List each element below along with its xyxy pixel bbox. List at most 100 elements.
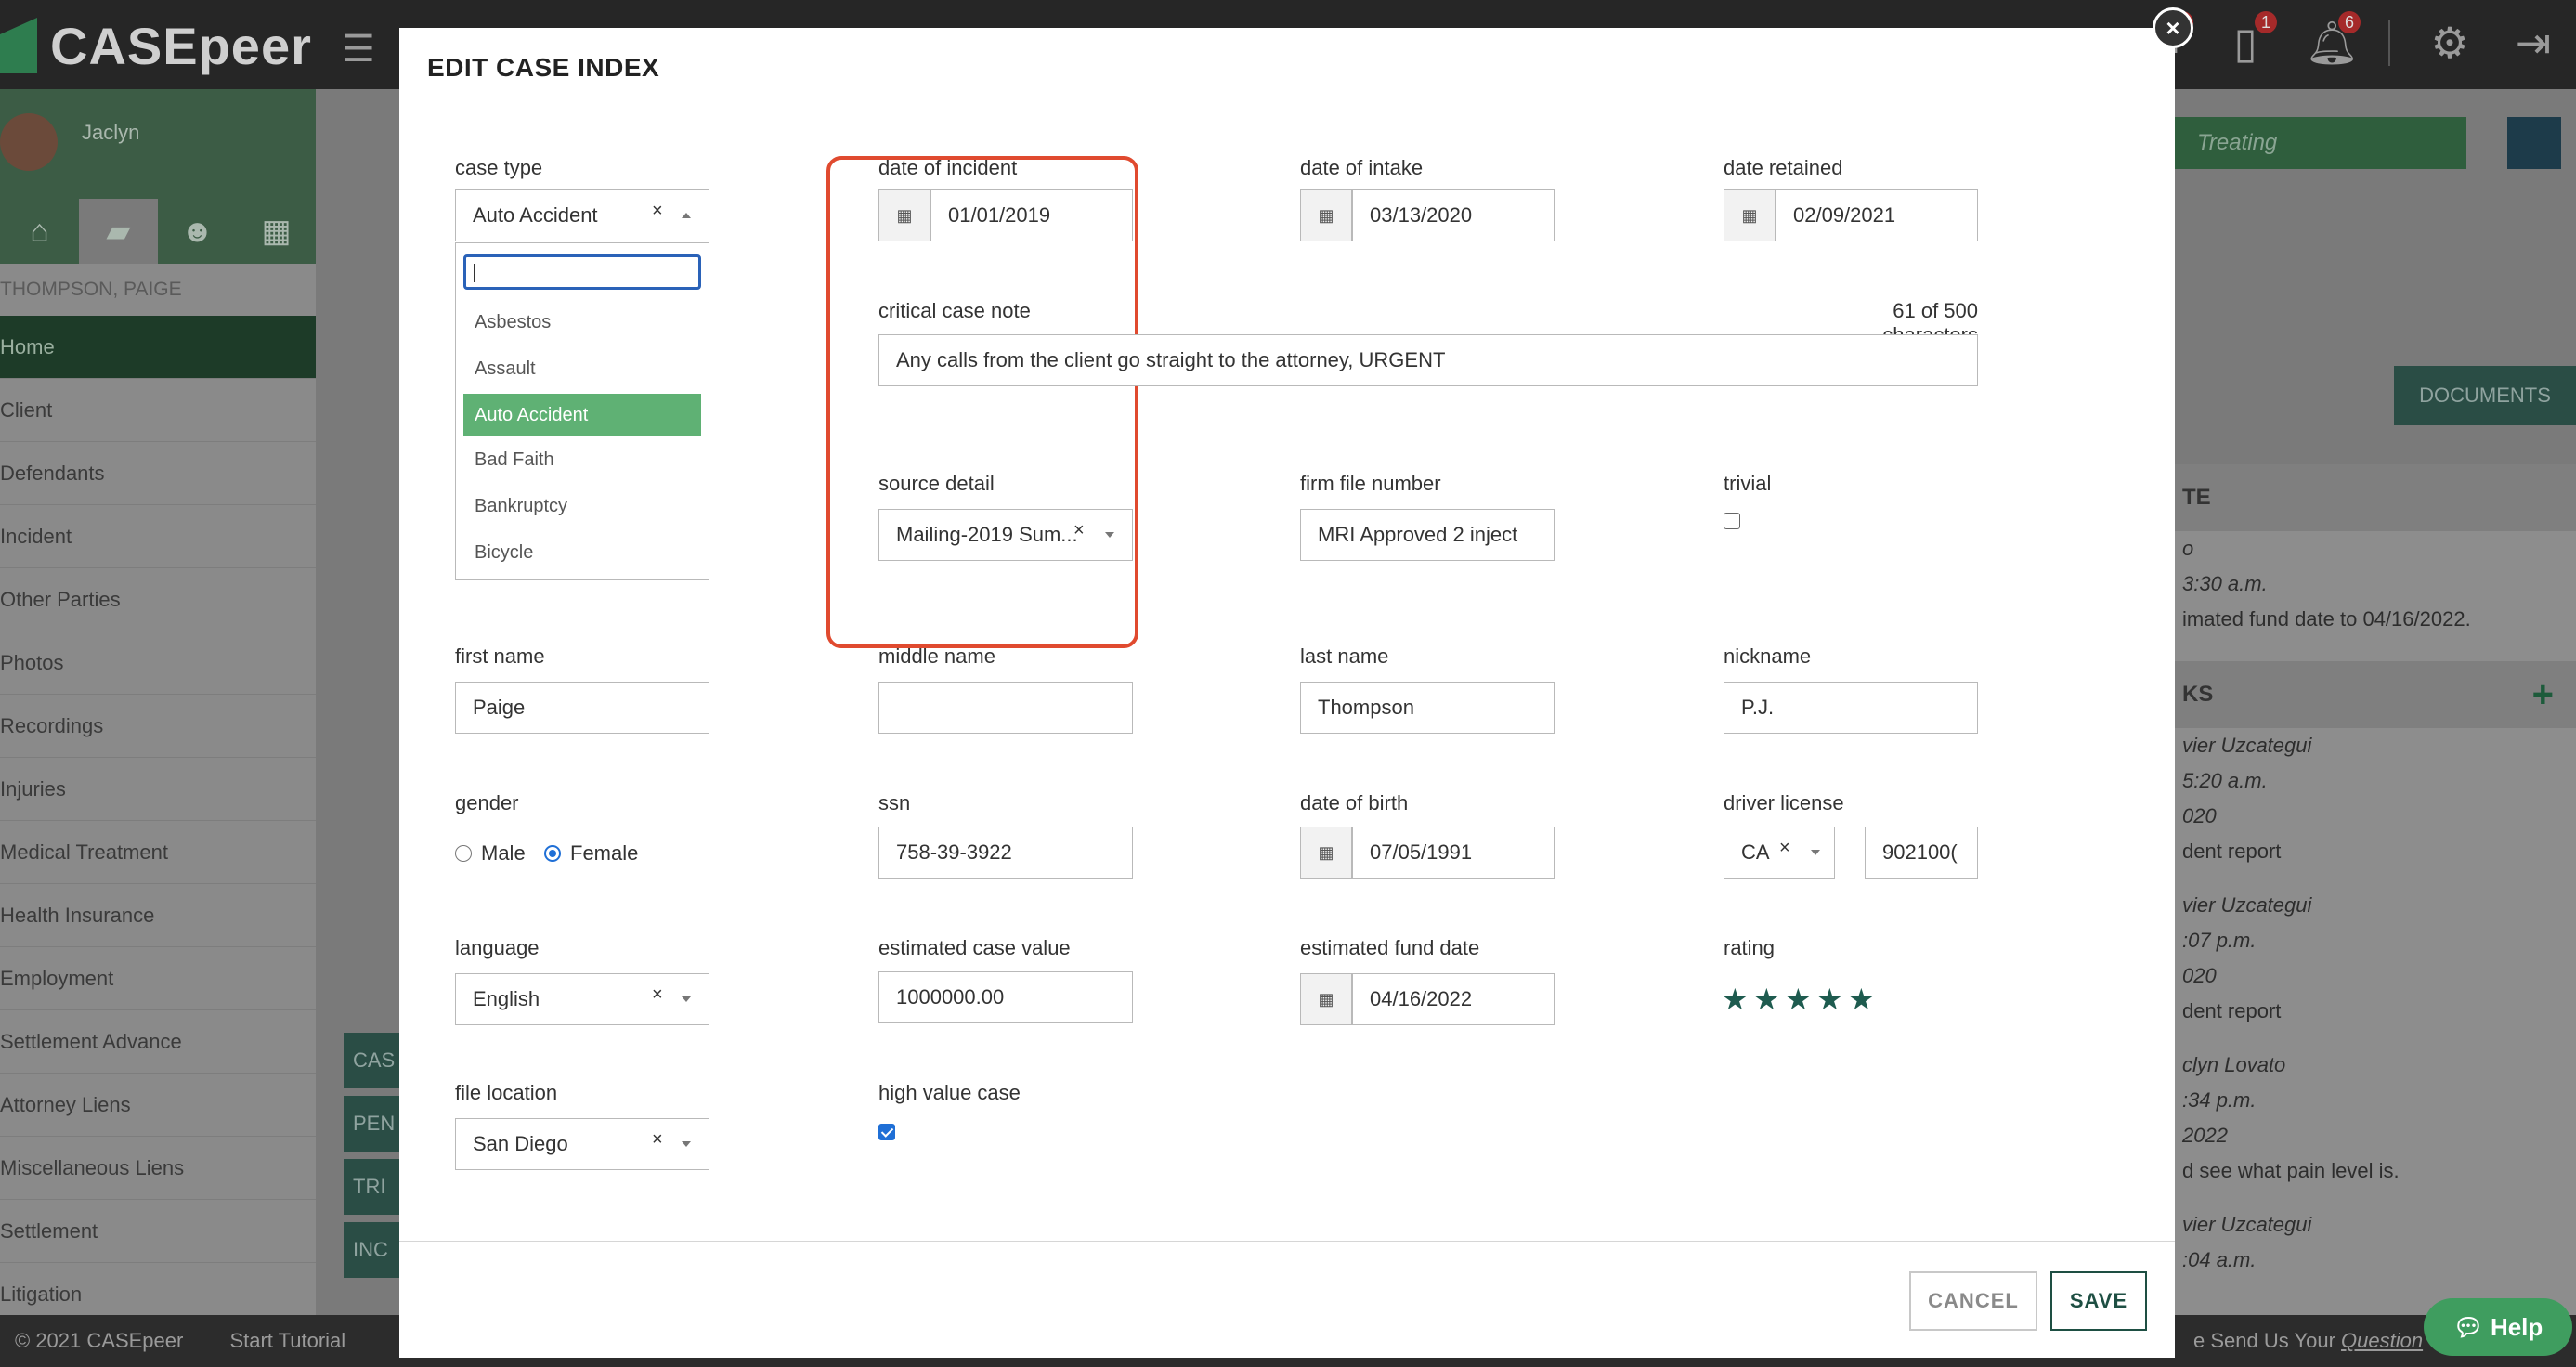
first-name-input[interactable]: Paige	[455, 682, 709, 734]
star-icon[interactable]: ★	[1848, 984, 1875, 1014]
estimated-case-value-input[interactable]: 1000000.00	[878, 971, 1133, 1023]
background-button[interactable]: PEN	[344, 1096, 399, 1152]
sidebar-item-settlement-advance[interactable]: Settlement Advance	[0, 1010, 316, 1074]
last-name-input[interactable]: Thompson	[1300, 682, 1555, 734]
firm-file-number-input[interactable]: MRI Approved 2 inject	[1300, 509, 1555, 561]
cancel-button[interactable]: CANCEL	[1909, 1271, 2037, 1331]
dropdown-option[interactable]: Bad Faith	[463, 438, 701, 481]
star-icon[interactable]: ★	[1816, 984, 1843, 1014]
source-detail-select[interactable]: Mailing-2019 Sum...	[878, 509, 1133, 561]
gear-icon[interactable]: ⚙	[2426, 17, 2474, 69]
home-icon[interactable]: ⌂	[0, 199, 79, 264]
clear-icon[interactable]: ×	[652, 1129, 663, 1151]
logo-mark-icon	[0, 18, 37, 73]
nickname-label: nickname	[1724, 644, 1812, 668]
sidebar-item-injuries[interactable]: Injuries	[0, 758, 316, 821]
calendar-icon[interactable]: ▦	[1300, 189, 1352, 241]
sidebar-item-client[interactable]: Client	[0, 379, 316, 442]
hamburger-menu-icon[interactable]: ☰	[342, 28, 375, 71]
chevron-up-icon[interactable]	[682, 213, 691, 218]
bell-icon[interactable]: 🔔︎ 6	[2305, 11, 2361, 69]
logo-text: CASEpeer	[50, 16, 312, 75]
date-of-incident-label: date of incident	[878, 156, 1018, 179]
questions-link[interactable]: Question	[2341, 1329, 2423, 1352]
gender-female-label: Female	[570, 841, 639, 865]
calendar-icon[interactable]: ▦	[1724, 189, 1776, 241]
nickname-input[interactable]: P.J.	[1724, 682, 1978, 734]
profile-name: Jaclyn	[82, 121, 140, 144]
profile: Jaclyn	[0, 89, 316, 199]
panel-text: 020	[2182, 804, 2217, 827]
ssn-input[interactable]: 758-39-3922	[878, 827, 1133, 879]
star-icon[interactable]: ★	[1785, 984, 1812, 1014]
clear-icon[interactable]: ×	[1779, 838, 1790, 859]
sidebar-item-medical-treatment[interactable]: Medical Treatment	[0, 821, 316, 884]
clear-icon[interactable]: ×	[652, 201, 663, 222]
panel-text: :34 p.m.	[2182, 1088, 2257, 1112]
language-select[interactable]: English	[455, 973, 709, 1025]
people-icon[interactable]: ☻	[158, 199, 237, 264]
sidebar-item-photos[interactable]: Photos	[0, 631, 316, 695]
clear-icon[interactable]: ×	[652, 984, 663, 1006]
panel-text: dent report	[2182, 999, 2282, 1022]
file-location-select[interactable]: San Diego	[455, 1118, 709, 1170]
logout-icon[interactable]: ⇥	[2509, 17, 2557, 69]
dropdown-option[interactable]: Asbestos	[463, 301, 701, 344]
sidebar-item-other-parties[interactable]: Other Parties	[0, 568, 316, 631]
trivial-checkbox[interactable]	[1724, 513, 1740, 529]
dropdown-search-input[interactable]	[463, 254, 701, 290]
dropdown-option[interactable]: Bankruptcy	[463, 485, 701, 527]
date-of-intake-input[interactable]: 03/13/2020	[1352, 189, 1555, 241]
plus-icon[interactable]: +	[2532, 661, 2554, 728]
calendar-icon[interactable]: ▦	[1300, 973, 1352, 1025]
dropdown-option-selected[interactable]: Auto Accident	[463, 394, 701, 436]
background-button[interactable]: CAS	[344, 1033, 399, 1088]
sidebar-item-incident[interactable]: Incident	[0, 505, 316, 568]
sidebar-item-recordings[interactable]: Recordings	[0, 695, 316, 758]
dropdown-option[interactable]: Bicycle	[463, 531, 701, 574]
estimated-fund-date-label: estimated fund date	[1300, 936, 1480, 959]
sidebar-item-home[interactable]: Home	[0, 316, 316, 379]
clear-icon[interactable]: ×	[1073, 520, 1085, 541]
status-treating[interactable]: Treating	[2173, 117, 2466, 169]
chevron-down-icon[interactable]	[1105, 532, 1114, 538]
sidebar-item-attorney-liens[interactable]: Attorney Liens	[0, 1074, 316, 1137]
driver-license-number-input[interactable]: 902100(	[1865, 827, 1978, 879]
close-icon[interactable]: ×	[2153, 7, 2193, 48]
background-button[interactable]: INC	[344, 1222, 399, 1278]
middle-name-input[interactable]	[878, 682, 1133, 734]
documents-button[interactable]: DOCUMENTS	[2394, 366, 2576, 425]
star-icon[interactable]: ★	[1753, 984, 1780, 1014]
calendar-icon[interactable]: ▦	[237, 199, 316, 264]
high-value-case-checkbox[interactable]	[878, 1124, 895, 1140]
background-button[interactable]: TRI	[344, 1159, 399, 1215]
status-menu-button[interactable]	[2507, 117, 2561, 169]
save-button[interactable]: SAVE	[2050, 1271, 2147, 1331]
dropdown-option[interactable]: Assault	[463, 347, 701, 390]
calendar-icon[interactable]: ▦	[1300, 827, 1352, 879]
app-logo[interactable]: CASEpeer	[0, 13, 312, 78]
sidebar-item-employment[interactable]: Employment	[0, 947, 316, 1010]
sidebar-item-misc-liens[interactable]: Miscellaneous Liens	[0, 1137, 316, 1200]
gender-female-radio[interactable]	[544, 845, 561, 862]
date-of-birth-input[interactable]: 07/05/1991	[1352, 827, 1555, 879]
chevron-down-icon[interactable]	[682, 1141, 691, 1147]
sidebar-item-health-insurance[interactable]: Health Insurance	[0, 884, 316, 947]
gender-male-radio[interactable]	[455, 845, 472, 862]
case-type-select[interactable]: Auto Accident	[455, 189, 709, 241]
chevron-down-icon[interactable]	[682, 996, 691, 1002]
chevron-down-icon[interactable]	[1811, 850, 1820, 855]
avatar[interactable]	[0, 113, 58, 171]
phone-icon[interactable]: ▯ 1	[2221, 11, 2277, 69]
date-retained-input[interactable]: 02/09/2021	[1776, 189, 1978, 241]
sidebar-item-defendants[interactable]: Defendants	[0, 442, 316, 505]
date-of-incident-input[interactable]: 01/01/2019	[930, 189, 1133, 241]
start-tutorial-link[interactable]: Start Tutorial	[229, 1329, 345, 1352]
star-icon[interactable]: ★	[1722, 984, 1749, 1014]
calendar-icon[interactable]: ▦	[878, 189, 930, 241]
folder-icon[interactable]: ▰	[79, 199, 158, 264]
estimated-fund-date-input[interactable]: 04/16/2022	[1352, 973, 1555, 1025]
sidebar-item-settlement[interactable]: Settlement	[0, 1200, 316, 1263]
critical-case-note-input[interactable]: Any calls from the client go straight to…	[878, 334, 1978, 386]
help-button[interactable]: 💬︎ Help	[2424, 1298, 2572, 1356]
